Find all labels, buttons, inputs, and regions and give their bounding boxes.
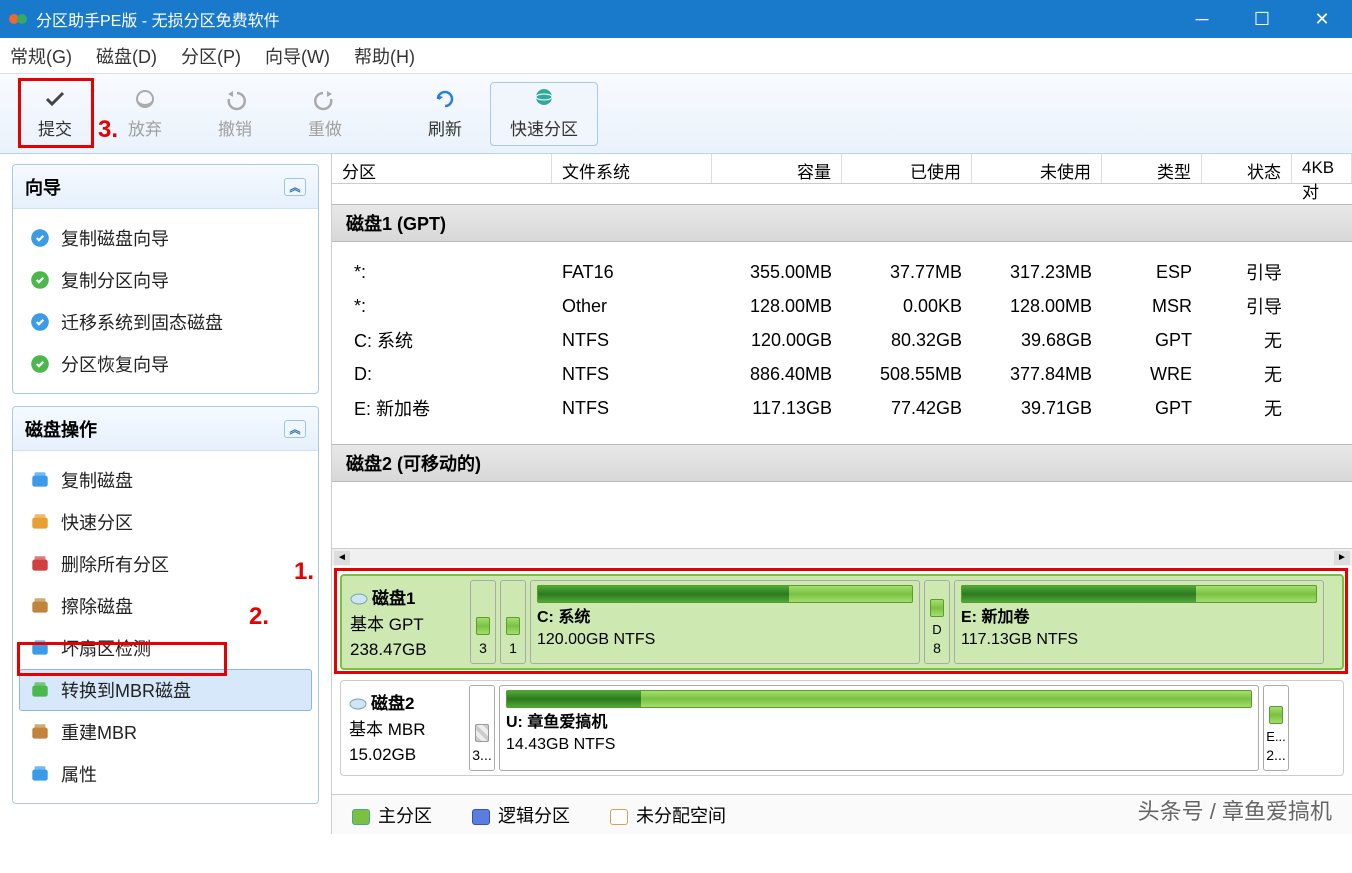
scroll-right-icon[interactable]: ► — [1334, 551, 1350, 565]
diskop-item[interactable]: 坏扇区检测 — [19, 627, 312, 669]
submit-button[interactable]: 提交 — [10, 82, 100, 146]
disk-visualization: 1. 磁盘1 基本 GPT238.47GB 31C: 系统120.00GB NT… — [332, 566, 1352, 794]
diskop-icon — [29, 511, 51, 533]
disk-icon — [350, 592, 368, 606]
refresh-icon — [430, 87, 460, 111]
partition-slot-tiny[interactable]: D8 — [924, 580, 950, 664]
wizard-item[interactable]: 分区恢复向导 — [19, 343, 312, 385]
maximize-button[interactable]: ☐ — [1232, 0, 1292, 38]
diskop-icon — [29, 721, 51, 743]
diskop-item[interactable]: 删除所有分区 — [19, 543, 312, 585]
partition-slot-tiny[interactable]: 1 — [500, 580, 526, 664]
table-row[interactable]: D:NTFS 886.40MB508.55MB377.84MB WRE无 — [332, 356, 1352, 390]
wizard-item[interactable]: 复制分区向导 — [19, 259, 312, 301]
diskop-icon — [29, 637, 51, 659]
diskop-item[interactable]: 重建MBR — [19, 711, 312, 753]
table-row[interactable]: E: 新加卷NTFS 117.13GB77.42GB39.71GB GPT无 — [332, 390, 1352, 424]
diskop-item[interactable]: 快速分区 — [19, 501, 312, 543]
globe-icon — [529, 87, 559, 111]
window-title: 分区助手PE版 - 无损分区免费软件 — [36, 7, 280, 31]
collapse-icon[interactable]: ︽ — [284, 178, 306, 196]
wizard-item[interactable]: 复制磁盘向导 — [19, 217, 312, 259]
diskop-icon — [29, 553, 51, 575]
wizard-panel: 向导 ︽ 复制磁盘向导复制分区向导迁移系统到固态磁盘分区恢复向导 — [12, 164, 319, 394]
col-status[interactable]: 状态 — [1202, 154, 1292, 183]
col-used[interactable]: 已使用 — [842, 154, 972, 183]
partition-slot-tiny[interactable]: 3... — [469, 685, 495, 771]
col-capacity[interactable]: 容量 — [712, 154, 842, 183]
diskop-item[interactable]: 复制磁盘 — [19, 459, 312, 501]
partition-slot[interactable]: U: 章鱼爱搞机14.43GB NTFS — [499, 685, 1259, 771]
redo-icon — [310, 87, 340, 111]
diskops-panel-header[interactable]: 磁盘操作 ︽ — [13, 407, 318, 451]
title-bar: 分区助手PE版 - 无损分区免费软件 ─ ☐ ✕ — [0, 0, 1352, 38]
content-area: 分区 文件系统 容量 已使用 未使用 类型 状态 4KB对 磁盘1 (GPT) … — [331, 154, 1352, 834]
scroll-left-icon[interactable]: ◄ — [334, 551, 350, 565]
menu-general[interactable]: 常规(G) — [10, 43, 72, 69]
disk-group-1[interactable]: 磁盘1 (GPT) — [332, 204, 1352, 242]
close-button[interactable]: ✕ — [1292, 0, 1352, 38]
wizard-icon — [29, 269, 51, 291]
watermark: 头条号 / 章鱼爱搞机 — [1138, 794, 1332, 826]
col-filesystem[interactable]: 文件系统 — [552, 154, 712, 183]
annotation-label-1: 1. — [294, 558, 314, 586]
wizard-icon — [29, 311, 51, 333]
quick-partition-button[interactable]: 快速分区 — [490, 82, 598, 146]
diskop-icon — [29, 763, 51, 785]
refresh-button[interactable]: 刷新 — [400, 82, 490, 146]
legend: 主分区 逻辑分区 未分配空间 头条号 / 章鱼爱搞机 — [332, 794, 1352, 834]
partition-slot-tiny[interactable]: E...2... — [1263, 685, 1289, 771]
col-type[interactable]: 类型 — [1102, 154, 1202, 183]
partition-slot[interactable]: C: 系统120.00GB NTFS — [530, 580, 920, 664]
disk-row[interactable]: 磁盘1 基本 GPT238.47GB 31C: 系统120.00GB NTFSD… — [340, 574, 1344, 670]
partition-table: 分区 文件系统 容量 已使用 未使用 类型 状态 4KB对 磁盘1 (GPT) … — [332, 154, 1352, 566]
col-4kb[interactable]: 4KB对 — [1292, 154, 1352, 183]
table-row[interactable]: *:Other 128.00MB0.00KB128.00MB MSR引导 — [332, 288, 1352, 322]
menu-partition[interactable]: 分区(P) — [181, 43, 241, 69]
partition-slot-tiny[interactable]: 3 — [470, 580, 496, 664]
diskop-icon — [29, 469, 51, 491]
wizard-icon — [29, 227, 51, 249]
col-partition[interactable]: 分区 — [332, 154, 552, 183]
undo-icon — [220, 87, 250, 111]
table-row[interactable]: *:FAT16 355.00MB37.77MB317.23MB ESP引导 — [332, 254, 1352, 288]
legend-unalloc: 未分配空间 — [610, 802, 726, 828]
menu-help[interactable]: 帮助(H) — [354, 43, 415, 69]
menu-disk[interactable]: 磁盘(D) — [96, 43, 157, 69]
sidebar: 向导 ︽ 复制磁盘向导复制分区向导迁移系统到固态磁盘分区恢复向导 磁盘操作 ︽ … — [0, 154, 331, 834]
discard-icon — [130, 87, 160, 111]
annotation-label-3: 3. — [98, 116, 118, 144]
disk-label: 磁盘1 基本 GPT238.47GB — [346, 580, 466, 664]
wizard-icon — [29, 353, 51, 375]
table-header: 分区 文件系统 容量 已使用 未使用 类型 状态 4KB对 — [332, 154, 1352, 184]
diskop-item[interactable]: 属性 — [19, 753, 312, 795]
horizontal-scrollbar[interactable]: ◄ ► — [332, 548, 1352, 566]
diskops-panel: 磁盘操作 ︽ 复制磁盘快速分区删除所有分区擦除磁盘坏扇区检测转换到MBR磁盘重建… — [12, 406, 319, 804]
minimize-button[interactable]: ─ — [1172, 0, 1232, 38]
legend-primary: 主分区 — [352, 802, 432, 828]
disk-icon — [349, 697, 367, 711]
menu-wizard[interactable]: 向导(W) — [265, 43, 330, 69]
check-icon — [40, 87, 70, 111]
diskop-item[interactable]: 转换到MBR磁盘 — [19, 669, 312, 711]
redo-button[interactable]: 重做 — [280, 82, 370, 146]
diskop-icon — [29, 595, 51, 617]
annotation-label-2: 2. — [249, 603, 269, 631]
app-icon — [8, 9, 28, 29]
disk-group-2[interactable]: 磁盘2 (可移动的) — [332, 444, 1352, 482]
partition-slot[interactable]: E: 新加卷117.13GB NTFS — [954, 580, 1324, 664]
table-row[interactable]: C: 系统NTFS 120.00GB80.32GB39.68GB GPT无 — [332, 322, 1352, 356]
wizard-item[interactable]: 迁移系统到固态磁盘 — [19, 301, 312, 343]
diskop-icon — [29, 679, 51, 701]
collapse-icon[interactable]: ︽ — [284, 420, 306, 438]
disk-label: 磁盘2 基本 MBR15.02GB — [345, 685, 465, 771]
col-free[interactable]: 未使用 — [972, 154, 1102, 183]
toolbar: 提交 3. 放弃 撤销 重做 刷新 快速分区 — [0, 74, 1352, 154]
disk-row[interactable]: 磁盘2 基本 MBR15.02GB 3...U: 章鱼爱搞机14.43GB NT… — [340, 680, 1344, 776]
menu-bar: 常规(G) 磁盘(D) 分区(P) 向导(W) 帮助(H) — [0, 38, 1352, 74]
undo-button[interactable]: 撤销 — [190, 82, 280, 146]
wizard-panel-header[interactable]: 向导 ︽ — [13, 165, 318, 209]
legend-logical: 逻辑分区 — [472, 802, 570, 828]
